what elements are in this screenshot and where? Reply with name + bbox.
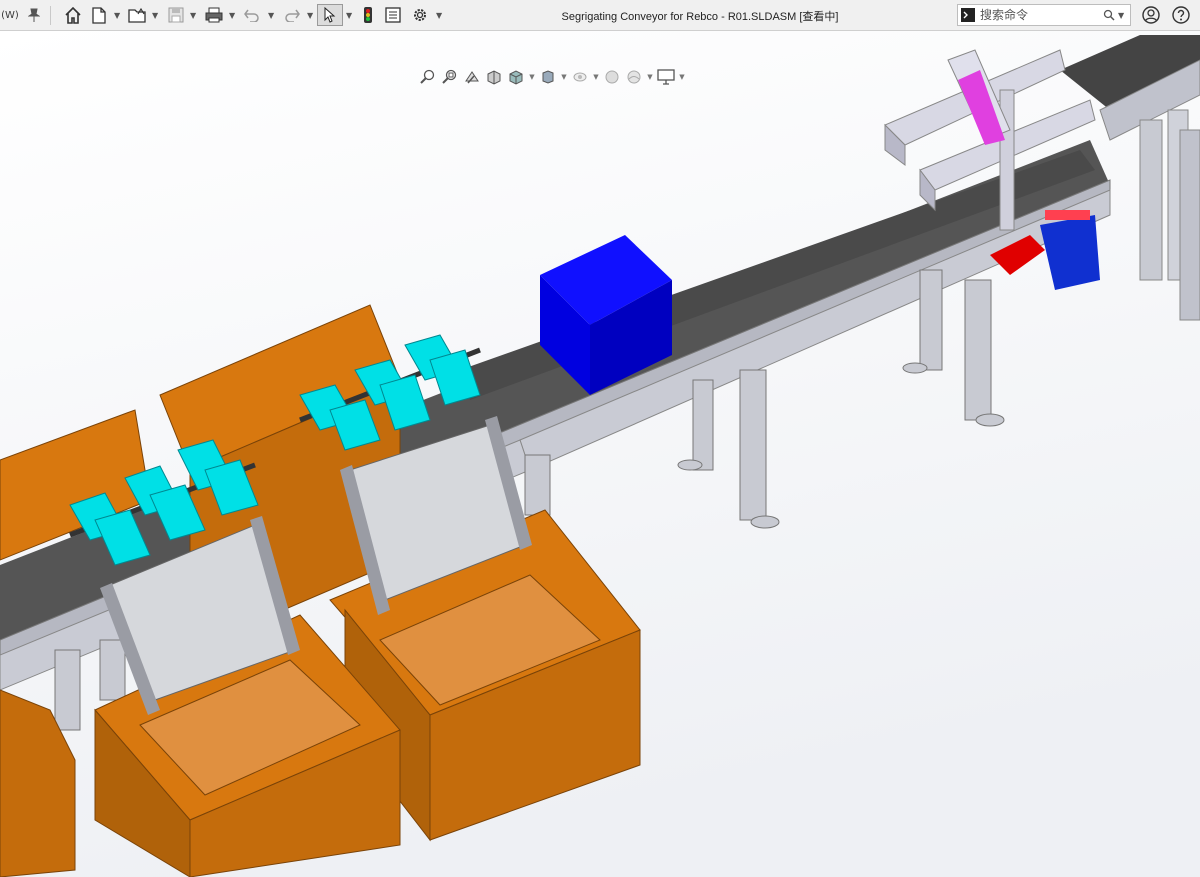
previous-view-icon[interactable] xyxy=(462,68,482,86)
section-view-icon[interactable] xyxy=(484,68,504,86)
window-title: Segrigating Conveyor for Rebco - R01.SLD… xyxy=(561,11,839,23)
home-icon[interactable] xyxy=(62,4,84,26)
display-style-icon[interactable] xyxy=(538,68,558,86)
assembly-model[interactable] xyxy=(0,31,1200,877)
select-arrow-icon[interactable] xyxy=(317,4,343,26)
command-prompt-icon xyxy=(958,8,978,22)
view-orientation-icon[interactable] xyxy=(506,68,526,86)
zoom-to-fit-icon[interactable] xyxy=(418,68,438,86)
scene-icon[interactable] xyxy=(624,68,644,86)
search-input[interactable] xyxy=(978,8,1100,22)
redo-icon[interactable] xyxy=(282,4,302,26)
undo-icon[interactable] xyxy=(242,4,262,26)
chevron-down-icon[interactable]: ▼ xyxy=(229,11,235,20)
display-monitor-icon[interactable] xyxy=(656,68,676,86)
chevron-down-icon[interactable]: ▼ xyxy=(678,73,686,81)
chevron-down-icon[interactable]: ▼ xyxy=(646,73,654,81)
chevron-down-icon[interactable]: ▼ xyxy=(152,11,158,20)
top-toolbar: (W) ▼ ▼ ▼ ▼ ▼ ▼ ▼ ▼ Segrigating Conveyor… xyxy=(0,0,1200,31)
search-icon[interactable] xyxy=(1100,9,1118,21)
chevron-down-icon[interactable]: ▼ xyxy=(346,11,352,20)
open-folder-icon[interactable] xyxy=(126,4,148,26)
user-account-icon[interactable] xyxy=(1140,4,1162,26)
chevron-down-icon[interactable]: ▼ xyxy=(592,73,600,81)
save-icon[interactable] xyxy=(166,4,186,26)
zoom-to-area-icon[interactable] xyxy=(440,68,460,86)
file-properties-icon[interactable] xyxy=(383,4,403,26)
pin-icon[interactable] xyxy=(26,4,42,26)
chevron-down-icon[interactable]: ▼ xyxy=(114,11,120,20)
chevron-down-icon[interactable]: ▼ xyxy=(560,73,568,81)
chevron-down-icon[interactable]: ▼ xyxy=(1118,11,1124,20)
chevron-down-icon[interactable]: ▼ xyxy=(190,11,196,20)
help-icon[interactable] xyxy=(1170,4,1192,26)
chevron-down-icon[interactable]: ▼ xyxy=(307,11,313,20)
heads-up-view-toolbar: ▼ ▼ ▼ ▼ ▼ xyxy=(418,67,686,87)
search-box[interactable]: ▼ xyxy=(957,4,1131,26)
hide-show-icon[interactable] xyxy=(570,68,590,86)
chevron-down-icon[interactable]: ▼ xyxy=(268,11,274,20)
window-fragment-label: (W) xyxy=(1,9,19,21)
traffic-light-icon[interactable] xyxy=(360,4,376,26)
appearance-icon[interactable] xyxy=(602,68,622,86)
chevron-down-icon[interactable]: ▼ xyxy=(436,11,442,20)
chevron-down-icon[interactable]: ▼ xyxy=(528,73,536,81)
graphics-viewport[interactable]: ▼ ▼ ▼ ▼ ▼ xyxy=(0,31,1200,877)
new-document-icon[interactable] xyxy=(90,4,108,26)
gear-icon[interactable] xyxy=(410,4,430,26)
print-icon[interactable] xyxy=(204,4,224,26)
